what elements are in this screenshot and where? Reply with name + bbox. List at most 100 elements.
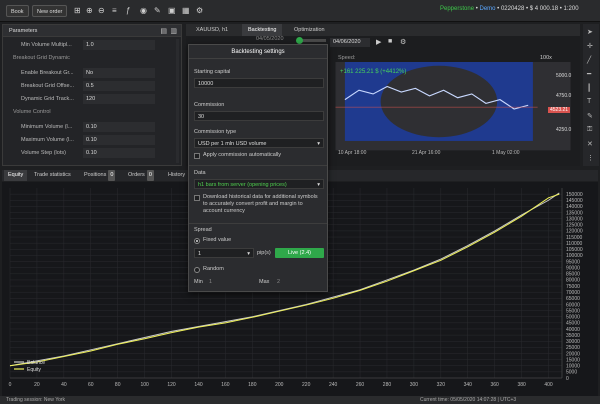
pencil-icon[interactable]: ✎ xyxy=(587,112,593,120)
param-value[interactable]: 0.10 xyxy=(83,135,155,145)
gain-label: +161 225.21 $ (+4412%) xyxy=(340,69,407,75)
y-tick-label: 65000 xyxy=(566,296,580,302)
text-tool-icon[interactable]: T xyxy=(587,98,591,105)
new-order-button[interactable]: New order xyxy=(32,5,68,17)
x-tick-label: 160 xyxy=(221,382,230,388)
tab-backtesting[interactable]: Backtesting xyxy=(242,24,283,36)
date-tick: 1 May 02:00 xyxy=(492,150,520,156)
y-tick-label: 115000 xyxy=(566,235,583,241)
starting-capital-field[interactable]: 10000 xyxy=(194,78,324,88)
layout-icon[interactable]: ▣ xyxy=(168,6,176,15)
param-label: Volume Step (lots) xyxy=(21,150,66,156)
y-tick-label: 30000 xyxy=(566,339,580,345)
live-spread-button[interactable]: Live (2.4) xyxy=(275,248,324,258)
account-mode: Demo xyxy=(479,6,496,12)
grid-icon[interactable]: ▦ xyxy=(182,6,190,15)
chart-tabs: XAUUSD, h1 Backtesting Optimization xyxy=(186,24,580,36)
x-tick-label: 220 xyxy=(302,382,311,388)
chart-icon[interactable]: ⊞ xyxy=(74,6,81,15)
y-tick-label: 105000 xyxy=(566,247,583,253)
more-icon[interactable]: ⋮ xyxy=(587,154,594,162)
play-icon[interactable]: ▶ xyxy=(376,38,381,46)
param-value[interactable]: 120 xyxy=(83,94,155,104)
top-toolbar: Book New order ⊞ ⊕ ⊖ ≡ ƒ ◉ ✎ ▣ ▦ ⚙ Peppe… xyxy=(0,0,600,22)
slider-handle[interactable] xyxy=(296,37,303,44)
param-row[interactable]: Enable Breakout Gr... No xyxy=(3,67,173,79)
fixed-value-radio[interactable] xyxy=(194,238,200,244)
eye-icon[interactable]: ◉ xyxy=(140,6,147,15)
data-source-select[interactable]: h1 bars from server (opening prices) ▾ xyxy=(194,179,324,189)
max-value[interactable]: 2 xyxy=(277,279,280,285)
settings-icon[interactable]: ⚙ xyxy=(196,6,203,15)
trash-icon[interactable]: ✕ xyxy=(587,140,593,148)
drawing-tools-bar: ➤ ✛ ╱ ━ ┃ T ✎ ⚿ ✕ ⋮ xyxy=(583,24,599,166)
date-tick: 21 Apr 16:00 xyxy=(412,150,441,156)
param-value[interactable]: 0.10 xyxy=(83,122,155,132)
end-date-field[interactable]: 04/06/2020 xyxy=(330,38,370,47)
min-value[interactable]: 1 xyxy=(209,279,212,285)
random-radio[interactable] xyxy=(194,267,200,273)
y-tick-label: 100000 xyxy=(566,253,583,259)
orders-label: Orders xyxy=(128,172,145,178)
indicator-icon[interactable]: ƒ xyxy=(126,6,130,15)
zoom-in-icon[interactable]: ⊕ xyxy=(86,6,93,15)
positions-label: Positions xyxy=(84,172,107,178)
account-info[interactable]: Pepperstone • Demo • 0220428 • $ 4 000.1… xyxy=(440,6,579,12)
lock-icon[interactable]: ⚿ xyxy=(587,126,592,134)
cursor-icon[interactable]: ➤ xyxy=(587,28,593,36)
tab-positions[interactable]: Positions 0 xyxy=(80,170,119,181)
parameters-title: Parameters xyxy=(3,25,181,37)
param-row[interactable]: Minimum Volume (l... 0.10 xyxy=(3,121,173,133)
param-label: Minimum Volume (l... xyxy=(21,124,73,130)
param-value[interactable]: 0.5 xyxy=(83,81,155,91)
tab-equity[interactable]: Equity xyxy=(4,170,28,181)
timeframe-icon[interactable]: ≡ xyxy=(112,6,117,15)
mini-price-chart xyxy=(335,62,571,151)
status-bar: Trading session: New York Current time: … xyxy=(0,396,600,404)
x-tick-label: 20 xyxy=(34,382,40,388)
parameters-scrollbar[interactable] xyxy=(176,39,179,163)
hline-tool-icon[interactable]: ━ xyxy=(587,70,591,78)
param-row[interactable]: Volume Step (lots) 0.10 xyxy=(3,147,173,159)
speed-label: Speed: xyxy=(338,55,356,61)
stepper-icon: ▾ xyxy=(247,251,250,257)
param-row[interactable]: Min Volume Multipl... 1.0 xyxy=(3,39,173,51)
y-tick-label: 150000 xyxy=(566,192,583,198)
stop-icon[interactable]: ■ xyxy=(388,38,392,45)
tab-trade-statistics[interactable]: Trade statistics xyxy=(30,170,75,181)
y-tick-label: 75000 xyxy=(566,284,580,290)
y-tick-label: 145000 xyxy=(566,198,583,204)
save-icon[interactable]: ▤ xyxy=(160,27,167,35)
gear-icon[interactable]: ⚙ xyxy=(400,38,406,46)
x-tick-label: 400 xyxy=(544,382,553,388)
book-button[interactable]: Book xyxy=(6,5,29,17)
param-value[interactable]: 1.0 xyxy=(83,40,155,50)
chevron-down-icon: ▾ xyxy=(317,182,320,188)
open-icon[interactable]: ▥ xyxy=(170,27,177,35)
tab-history[interactable]: History xyxy=(164,170,189,181)
param-row[interactable]: Breakout Grid Offse... 0.5 xyxy=(3,80,173,92)
legend-label: Balance xyxy=(27,360,45,366)
param-row[interactable]: Dynamic Grid Track... 120 xyxy=(3,93,173,105)
download-data-checkbox[interactable] xyxy=(194,195,200,201)
y-tick-label: 35000 xyxy=(566,333,580,339)
line-tool-icon[interactable]: ╱ xyxy=(587,56,591,64)
apply-commission-checkbox[interactable] xyxy=(194,153,200,159)
param-row[interactable]: Maximum Volume (l... 0.10 xyxy=(3,134,173,146)
tab-symbol[interactable]: XAUUSD, h1 xyxy=(190,24,234,36)
date-range-slider[interactable] xyxy=(296,37,326,44)
commission-field[interactable]: 30 xyxy=(194,111,324,121)
param-value[interactable]: No xyxy=(83,68,155,78)
crosshair-icon[interactable]: ✛ xyxy=(587,42,593,50)
fixed-spread-field[interactable]: 1 ▾ xyxy=(194,248,254,258)
commission-type-select[interactable]: USD per 1 mln USD volume ▾ xyxy=(194,138,324,148)
tab-optimization[interactable]: Optimization xyxy=(288,24,331,36)
x-tick-label: 280 xyxy=(383,382,392,388)
y-tick-label: 120000 xyxy=(566,229,583,235)
draw-icon[interactable]: ✎ xyxy=(154,6,161,15)
zoom-out-icon[interactable]: ⊖ xyxy=(98,6,105,15)
param-value[interactable]: 0.10 xyxy=(83,148,155,158)
vline-tool-icon[interactable]: ┃ xyxy=(587,84,591,92)
tab-orders[interactable]: Orders 0 xyxy=(124,170,158,181)
x-tick-label: 200 xyxy=(275,382,284,388)
